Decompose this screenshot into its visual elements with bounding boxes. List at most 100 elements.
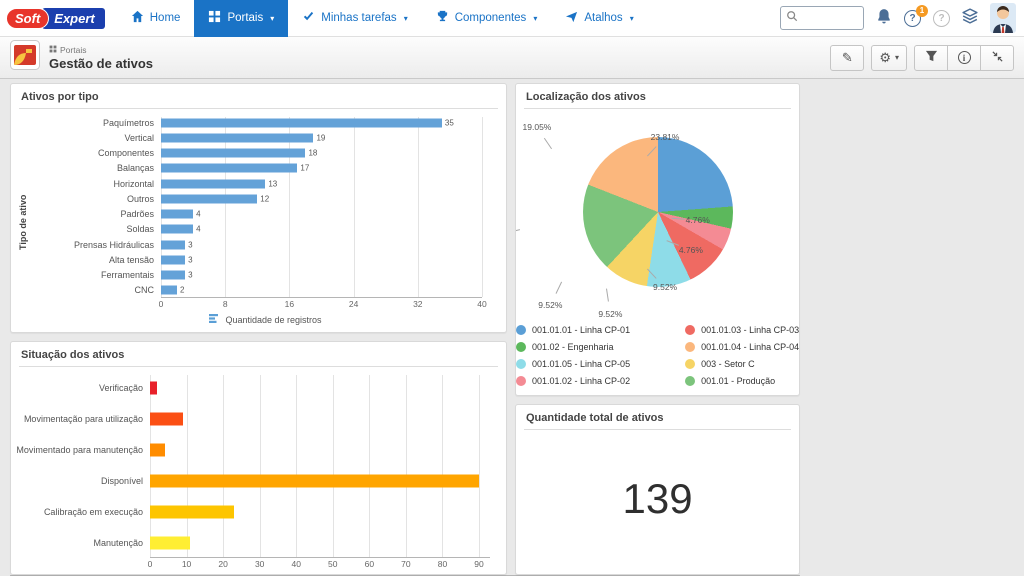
bar: [150, 413, 183, 426]
header-actions: ✎ ⚙▾ i: [830, 45, 1014, 71]
track: 3: [161, 252, 482, 267]
bar-value-label: 4: [196, 210, 200, 219]
bar-value-label: 13: [268, 179, 277, 188]
bar: [150, 382, 157, 395]
legend-dot: [516, 325, 526, 335]
hrow: Componentes18: [31, 146, 500, 161]
legend-label: 001.01.05 - Linha CP-05: [532, 359, 630, 369]
nav-item-componentes[interactable]: Componentes ▾: [422, 0, 552, 37]
nav-item-minhas-tarefas[interactable]: Minhas tarefas ▾: [288, 0, 421, 37]
logo-soft: Soft: [6, 8, 49, 29]
user-avatar[interactable]: [990, 3, 1016, 33]
bar: [161, 149, 305, 158]
axis-tick: 70: [401, 559, 410, 569]
grid: [161, 117, 482, 298]
bar-legend-icon: [209, 313, 220, 326]
legend-item: 001.01 - Produção: [685, 376, 799, 386]
info-icon: i: [958, 51, 971, 64]
search-box[interactable]: [780, 6, 864, 30]
axis-tick: 0: [148, 559, 153, 569]
left-column: Ativos por tipo Tipo de ativo Paquímetro…: [10, 83, 507, 575]
track: [150, 527, 490, 558]
content-area: Ativos Custos Movimentações Tarefas Ativ…: [0, 81, 1024, 576]
hrow: Ferramentais3: [31, 268, 500, 283]
modules-button[interactable]: [962, 8, 978, 29]
filter-button[interactable]: [914, 45, 948, 71]
hrow: Paquímetros35: [31, 115, 500, 130]
pie-slice-label: 4.76%: [679, 245, 703, 255]
hrow: Manutenção: [15, 527, 500, 558]
bar: [150, 444, 165, 457]
legend-label: 003 - Setor C: [701, 359, 755, 369]
cat: Verificação: [15, 383, 150, 393]
gridline: [369, 375, 370, 557]
chevron-down-icon: ▾: [533, 14, 537, 23]
legend-dot: [685, 342, 695, 352]
gridline: [225, 117, 226, 297]
hrow: Movimentação para utilização: [15, 404, 500, 435]
tab-custos[interactable]: Custos: [94, 86, 160, 111]
softexpert-logo[interactable]: SoftExpert: [6, 8, 105, 29]
help-button[interactable]: ? 1: [904, 10, 921, 27]
nav-item-home[interactable]: Home: [117, 0, 195, 37]
title-block: Portais Gestão de ativos: [49, 45, 153, 71]
bar-value-label: 35: [445, 118, 454, 127]
collapse-button[interactable]: [980, 45, 1014, 71]
legend-dot: [685, 325, 695, 335]
pie-line: [556, 282, 563, 294]
cat: Horizontal: [31, 179, 161, 189]
tab-tarefas[interactable]: Tarefas: [275, 86, 343, 111]
gridline: [482, 117, 483, 297]
track: [150, 496, 490, 527]
tab-ativos[interactable]: Ativos: [25, 86, 91, 111]
edit-button[interactable]: ✎: [830, 45, 864, 71]
pie-area: 23.81%4.76%4.76%9.52%9.52%9.52%19.05%19.…: [516, 109, 799, 315]
settings-button[interactable]: ⚙▾: [871, 45, 907, 71]
bar: [161, 118, 442, 127]
grid: [150, 375, 490, 558]
axis-tick: 32: [413, 299, 422, 309]
info-button[interactable]: i: [947, 45, 981, 71]
bar-value-label: 3: [188, 240, 192, 249]
legend-item: 001.01.03 - Linha CP-03: [685, 325, 799, 335]
pie-line: [672, 218, 685, 220]
tab-movimentacoes[interactable]: Movimentações: [163, 86, 272, 111]
pie-slice-label: 9.52%: [538, 300, 562, 310]
hrow: Alta tensão3: [31, 252, 500, 267]
hrow: CNC2: [31, 283, 500, 298]
track: [150, 465, 490, 496]
notifications-button[interactable]: [876, 8, 892, 29]
panel-quantidade-total: Quantidade total de ativos 139: [515, 404, 800, 575]
legend-item: 001.01.04 - Linha CP-04: [685, 342, 799, 352]
gridline: [289, 117, 290, 297]
legend-dot: [685, 376, 695, 386]
gridline: [418, 117, 419, 297]
total-assets-value: 139: [516, 430, 799, 574]
top-nav: SoftExpert Home Portais ▾ Minhas tarefas…: [0, 0, 1024, 37]
track: 13: [161, 176, 482, 191]
panel-situacao-dos-ativos: Situação dos ativos Verificação Movimenta…: [10, 341, 507, 575]
support-button[interactable]: ?: [933, 10, 950, 27]
y-axis-label: Tipo de ativo: [15, 115, 31, 329]
funnel-icon: [925, 50, 938, 66]
bar: [150, 536, 190, 549]
nav-item-atalhos[interactable]: Atalhos ▾: [551, 0, 647, 37]
breadcrumb: Portais: [49, 45, 153, 55]
nav-item-portais[interactable]: Portais ▾: [194, 0, 288, 37]
bar-value-label: 19: [316, 133, 325, 142]
cat: Alta tensão: [31, 255, 161, 265]
pie-line: [606, 289, 609, 302]
pie-line: [647, 146, 657, 156]
gridline: [479, 375, 480, 557]
track: 18: [161, 146, 482, 161]
chart-legend: Quantidade de registros: [31, 311, 500, 328]
panel-title: Situação dos ativos: [19, 342, 498, 367]
bell-icon: [876, 8, 892, 29]
chevron-down-icon: ▾: [404, 14, 408, 23]
search-input[interactable]: [798, 12, 858, 24]
legend-label: 001.01.01 - Linha CP-01: [532, 325, 630, 335]
topnav-actions: ? 1 ?: [780, 3, 1016, 33]
gridline: [260, 375, 261, 557]
legend-dot: [516, 376, 526, 386]
legend-label: 001.01.03 - Linha CP-03: [701, 325, 799, 335]
